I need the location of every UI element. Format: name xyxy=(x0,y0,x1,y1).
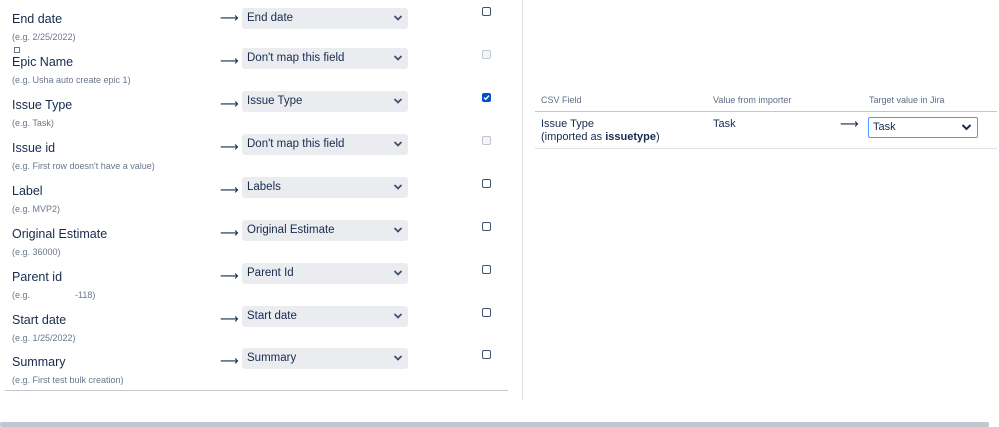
field-example: (e.g. Usha auto create epic 1) xyxy=(12,75,131,85)
select-value: Start date xyxy=(247,310,297,322)
target-value-select[interactable]: Task xyxy=(868,117,978,138)
map-field-value-checkbox[interactable] xyxy=(482,93,491,102)
field-name: End date xyxy=(12,12,63,26)
imported-as-prefix: (imported as xyxy=(541,131,606,143)
field-mapping-panel: End date (e.g. 2/25/2022) ⟶ End date Epi… xyxy=(0,0,509,392)
map-field-value-checkbox[interactable] xyxy=(482,7,491,16)
chevron-down-icon xyxy=(961,124,972,131)
select-value: Don't map this field xyxy=(247,52,345,64)
field-example: (e.g. 1/25/2022) xyxy=(12,333,76,343)
jira-field-select[interactable]: Summary xyxy=(242,348,408,369)
csv-field-cell: Issue Type (imported as issuetype) xyxy=(541,118,660,144)
column-header-target-value: Target value in Jira xyxy=(869,95,945,105)
divider xyxy=(535,111,997,112)
chevron-down-icon xyxy=(393,184,403,190)
importer-value: Task xyxy=(713,118,736,130)
select-value: End date xyxy=(247,12,294,24)
map-field-value-checkbox[interactable] xyxy=(482,222,491,231)
select-value: Original Estimate xyxy=(247,224,335,236)
chevron-down-icon xyxy=(393,55,403,61)
select-value: Labels xyxy=(247,181,281,193)
arrow-right-icon: ⟶ xyxy=(220,182,239,197)
jira-field-select[interactable]: Issue Type xyxy=(242,91,408,112)
small-square-icon xyxy=(14,47,20,53)
column-header-value-from-importer: Value from importer xyxy=(713,95,792,105)
select-value: Issue Type xyxy=(247,95,303,107)
arrow-right-icon: ⟶ xyxy=(220,268,239,283)
chevron-down-icon xyxy=(393,227,403,233)
map-field-value-checkbox xyxy=(482,136,491,145)
field-name: Parent id xyxy=(12,270,63,284)
select-value: Parent Id xyxy=(247,267,294,279)
field-name: Label xyxy=(12,184,43,198)
chevron-down-icon xyxy=(393,141,403,147)
jira-field-select[interactable]: Labels xyxy=(242,177,408,198)
map-field-value-checkbox[interactable] xyxy=(482,265,491,274)
divider xyxy=(5,390,508,391)
arrow-right-icon: ⟶ xyxy=(220,225,239,240)
column-header-csv-field: CSV Field xyxy=(541,95,582,105)
divider xyxy=(535,148,997,149)
map-field-value-checkbox xyxy=(482,50,491,59)
select-value: Don't map this field xyxy=(247,138,345,150)
arrow-right-icon: ⟶ xyxy=(220,10,239,25)
value-mapping-panel xyxy=(522,0,999,400)
arrow-right-icon: ⟶ xyxy=(220,353,239,368)
chevron-down-icon xyxy=(393,355,403,361)
chevron-down-icon xyxy=(393,15,403,21)
map-field-value-checkbox[interactable] xyxy=(482,179,491,188)
field-example: (e.g. First row doesn't have a value) xyxy=(12,161,155,171)
field-example: (e.g. Task) xyxy=(12,118,54,128)
arrow-right-icon: ⟶ xyxy=(220,139,239,154)
horizontal-scrollbar[interactable] xyxy=(0,422,989,427)
arrow-right-icon: ⟶ xyxy=(840,116,859,131)
field-name: Epic Name xyxy=(12,55,74,69)
field-example: (e.g. First test bulk creation) xyxy=(12,375,124,385)
map-field-value-checkbox[interactable] xyxy=(482,308,491,317)
field-name: Issue Type xyxy=(12,98,73,112)
jira-field-select[interactable]: Don't map this field xyxy=(242,134,408,155)
imported-as-note: (imported as issuetype) xyxy=(541,131,660,144)
chevron-down-icon xyxy=(393,313,403,319)
field-name: Start date xyxy=(12,313,67,327)
csv-field-name: Issue Type xyxy=(541,118,594,130)
field-example: (e.g. 2/25/2022) xyxy=(12,32,76,42)
chevron-down-icon xyxy=(393,270,403,276)
arrow-right-icon: ⟶ xyxy=(220,53,239,68)
jira-field-select[interactable]: End date xyxy=(242,8,408,29)
jira-field-select[interactable]: Original Estimate xyxy=(242,220,408,241)
arrow-right-icon: ⟶ xyxy=(220,311,239,326)
imported-as-suffix: ) xyxy=(655,131,660,143)
checkmark-icon xyxy=(483,95,490,101)
field-example: (e.g. MVP2) xyxy=(12,204,61,214)
arrow-right-icon: ⟶ xyxy=(220,96,239,111)
chevron-down-icon xyxy=(393,98,403,104)
field-name: Summary xyxy=(12,355,66,369)
select-value: Summary xyxy=(247,352,297,364)
jira-field-select[interactable]: Start date xyxy=(242,306,408,327)
imported-as-name: issuetype xyxy=(605,131,656,143)
field-name: Original Estimate xyxy=(12,227,108,241)
field-name: Issue id xyxy=(12,141,56,155)
field-example: (e.g. 36000) xyxy=(12,247,61,257)
jira-field-select[interactable]: Parent Id xyxy=(242,263,408,284)
field-example: (e.g. -118) xyxy=(12,290,96,300)
map-field-value-checkbox[interactable] xyxy=(482,350,491,359)
select-value: Task xyxy=(873,121,896,133)
jira-field-select[interactable]: Don't map this field xyxy=(242,48,408,69)
